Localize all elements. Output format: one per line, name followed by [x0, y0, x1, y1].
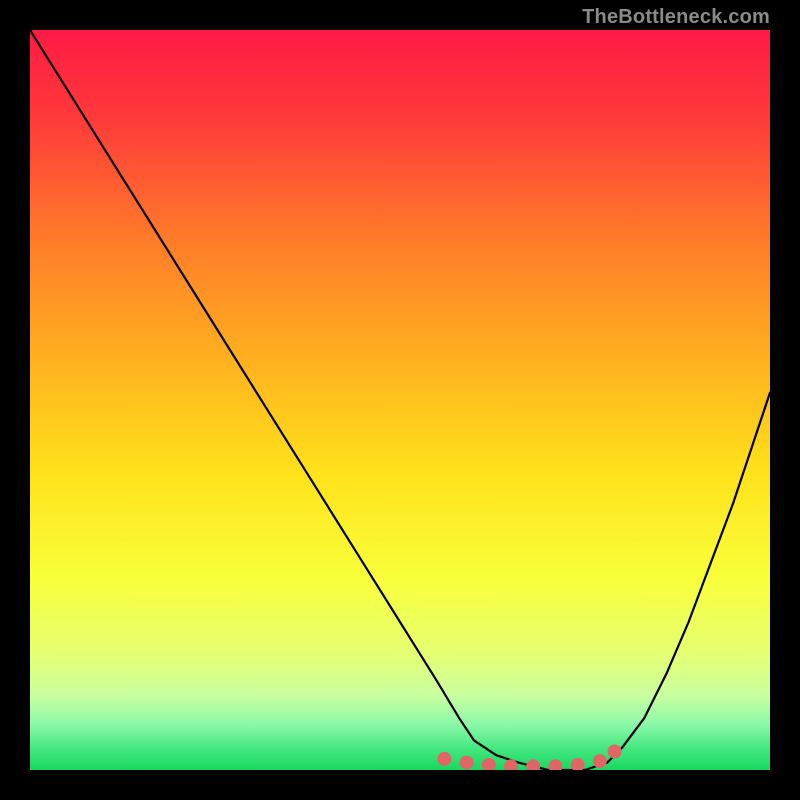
- scatter-point: [593, 754, 607, 768]
- scatter-point: [548, 759, 562, 770]
- chart-frame: TheBottleneck.com: [0, 0, 800, 800]
- bottleneck-curve: [30, 30, 770, 770]
- watermark-text: TheBottleneck.com: [582, 6, 770, 29]
- scatter-point: [571, 758, 585, 770]
- scatter-point: [608, 745, 622, 759]
- scatter-point: [482, 758, 496, 770]
- scatter-point: [460, 756, 474, 770]
- curve-layer: [30, 30, 770, 770]
- scatter-point: [437, 752, 451, 766]
- plot-area: [30, 30, 770, 770]
- scatter-point: [526, 759, 540, 770]
